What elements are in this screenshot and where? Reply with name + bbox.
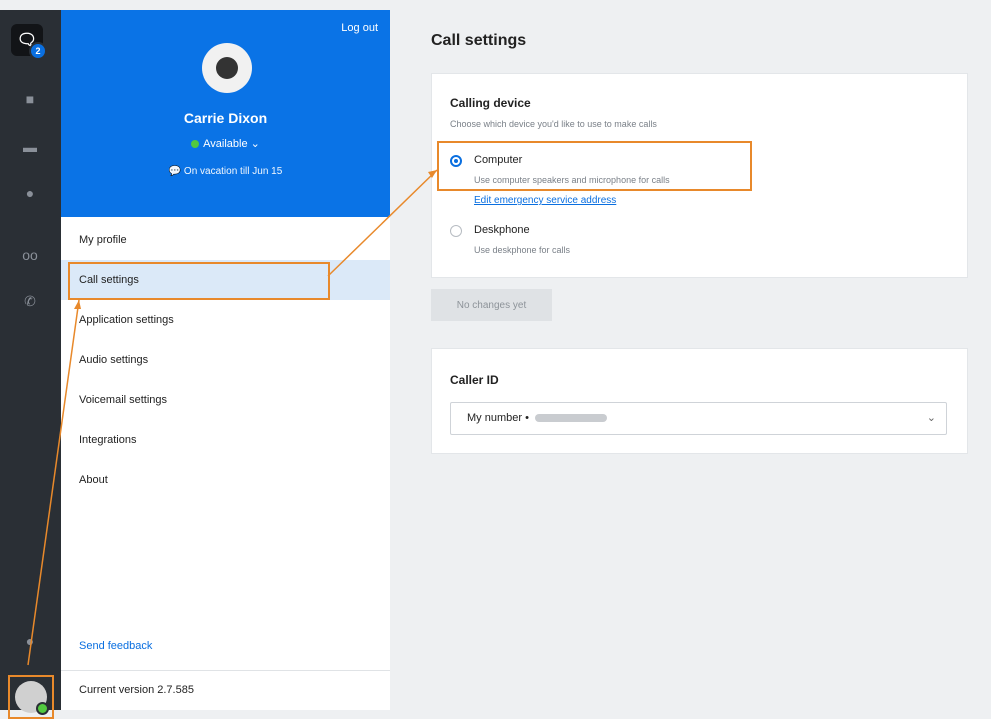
- annotation-arrows: [27, 169, 438, 666]
- arrow-to-computer-option: [327, 169, 438, 277]
- arrow-to-call-settings: [27, 299, 80, 666]
- arrow-head-icon: [74, 300, 81, 309]
